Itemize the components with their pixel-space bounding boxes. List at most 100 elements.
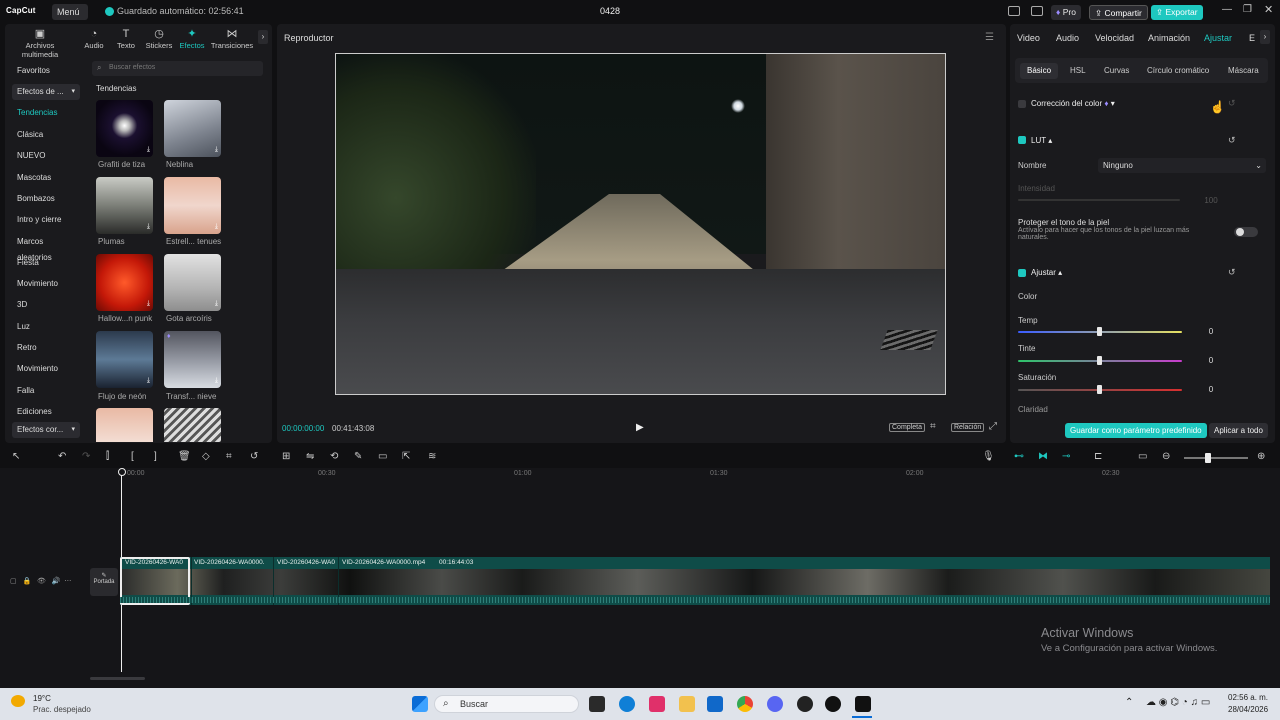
mirror-icon[interactable]: ⇋ xyxy=(306,451,314,462)
search-input[interactable]: ⌕ Buscar efectos xyxy=(92,61,263,76)
category-item[interactable]: Movimiento xyxy=(12,276,80,292)
maximize-icon[interactable]: ❐ xyxy=(1243,4,1252,15)
caption-icon[interactable]: ▭ xyxy=(1138,451,1147,462)
pro-button[interactable]: ♦ Pro xyxy=(1051,5,1081,20)
task-view-icon[interactable] xyxy=(589,696,605,712)
zoom-knob[interactable] xyxy=(1205,453,1211,463)
minimize-icon[interactable]: — xyxy=(1222,4,1232,15)
media-player-icon[interactable] xyxy=(825,696,841,712)
category-item[interactable]: Mascotas xyxy=(12,170,80,186)
category-item[interactable]: Clásica xyxy=(12,127,80,143)
skin-toggle[interactable] xyxy=(1234,227,1258,237)
layout-icon[interactable] xyxy=(1008,6,1020,16)
intensity-slider[interactable] xyxy=(1018,199,1180,201)
menu-icon[interactable]: ☰ xyxy=(985,32,994,43)
mail-icon[interactable] xyxy=(707,696,723,712)
weather-temp[interactable]: 19°C xyxy=(33,694,51,703)
tint-knob[interactable] xyxy=(1097,356,1102,365)
reset-icon[interactable]: ↺ xyxy=(1228,267,1236,278)
clock-time[interactable]: 02:56 a. m. xyxy=(1228,693,1268,702)
delete-icon[interactable]: 🗑 xyxy=(178,451,191,462)
capcut-icon[interactable] xyxy=(855,696,871,712)
category-item[interactable]: Retro xyxy=(12,340,80,356)
category-item[interactable]: Intro y cierre xyxy=(12,212,80,228)
tab-more[interactable]: E xyxy=(1249,33,1255,43)
apply-all-button[interactable]: Aplicar a todo xyxy=(1209,423,1268,438)
full-button[interactable]: Completa xyxy=(889,423,925,432)
tab-video[interactable]: Video xyxy=(1017,33,1040,43)
subtab-color-wheel[interactable]: Círculo cromático xyxy=(1140,63,1216,79)
freeze-icon[interactable]: ⊞ xyxy=(282,451,290,462)
mic-icon[interactable]: 🎙 xyxy=(982,451,995,462)
reset-icon[interactable]: ↺ xyxy=(1228,135,1236,146)
weather-icon[interactable] xyxy=(11,695,25,707)
category-item[interactable]: Favoritos xyxy=(12,63,80,79)
link-icon[interactable]: ⊸ xyxy=(1062,451,1070,462)
reset-icon[interactable]: ↺ xyxy=(1228,98,1236,109)
preview-axis-icon[interactable]: ⊏ xyxy=(1094,451,1102,462)
video-preview[interactable] xyxy=(335,53,946,395)
temp-knob[interactable] xyxy=(1097,327,1102,336)
sat-knob[interactable] xyxy=(1097,385,1102,394)
lut-name-select[interactable]: Ninguno ⌄ xyxy=(1098,158,1266,173)
tab-adjust[interactable]: Ajustar xyxy=(1204,33,1232,43)
effect-thumb-halloween[interactable]: ⤓ xyxy=(96,254,153,311)
category-item[interactable]: Efectos cor... ▾ xyxy=(12,422,80,438)
reverse-icon[interactable]: ↺ xyxy=(250,451,258,462)
ai-tool-icon[interactable]: ✎ xyxy=(354,451,362,462)
explorer-icon[interactable] xyxy=(679,696,695,712)
main-track-icon[interactable]: ⊷ xyxy=(1014,451,1024,462)
category-item[interactable]: Falla xyxy=(12,383,80,399)
select-tool-icon[interactable]: ↖ xyxy=(12,451,20,462)
category-item[interactable]: Efectos de ... ▾ xyxy=(12,84,80,100)
tab-audio-right[interactable]: Audio xyxy=(1056,33,1079,43)
effect-thumb-neon[interactable]: ⤓ xyxy=(96,331,153,388)
share-button[interactable]: ⇪ Compartir xyxy=(1089,5,1148,20)
horizontal-scrollbar[interactable] xyxy=(90,677,145,680)
color-correction-checkbox[interactable] xyxy=(1018,100,1026,108)
chrome-icon[interactable] xyxy=(737,696,753,712)
effect-thumb-snow[interactable]: ♦ ⤓ xyxy=(164,331,221,388)
temp-value[interactable]: 0 xyxy=(1198,325,1224,338)
shortcuts-icon[interactable] xyxy=(1031,6,1043,16)
effect-thumb-graffiti[interactable]: ⤓ xyxy=(96,100,153,157)
tab-speed[interactable]: Velocidad xyxy=(1095,33,1134,43)
zoom-slider[interactable] xyxy=(1184,457,1248,459)
category-item[interactable]: Tendencias xyxy=(12,105,80,121)
subtab-curves[interactable]: Curvas xyxy=(1097,63,1136,79)
crop-icon[interactable]: ⌗ xyxy=(226,451,232,462)
category-item[interactable]: 3D xyxy=(12,297,80,313)
audio-split-icon[interactable]: ≋ xyxy=(428,451,436,462)
category-item[interactable]: Marcos aleatorios xyxy=(12,234,80,262)
split-left-icon[interactable]: [ xyxy=(131,451,134,462)
rotate-icon[interactable]: ⟲ xyxy=(330,451,338,462)
split-right-icon[interactable]: ] xyxy=(154,451,157,462)
edge-icon[interactable] xyxy=(619,696,635,712)
menu-button[interactable]: Menú xyxy=(52,4,88,20)
tray-icons[interactable]: ☁ ◉ ⌬ ◔ ♫ ▭ xyxy=(1146,697,1210,708)
save-preset-button[interactable]: Guardar como parámetro predefinido xyxy=(1065,423,1207,438)
start-icon[interactable] xyxy=(412,696,428,712)
resize-icon[interactable]: ▭ xyxy=(378,451,387,462)
category-item[interactable]: Luz xyxy=(12,319,80,335)
fullscreen-icon[interactable]: ⤢ xyxy=(989,421,997,432)
chevron-up-icon[interactable]: ⌃ xyxy=(1125,697,1133,708)
tab-transitions[interactable]: ⋈ Transiciones xyxy=(210,28,254,50)
subtab-basic[interactable]: Básico xyxy=(1020,63,1059,79)
app-icon[interactable] xyxy=(797,696,813,712)
track-controls[interactable]: ▢ 🔒 👁 🔊 ⋯ xyxy=(10,577,71,585)
category-item[interactable]: Ediciones xyxy=(12,404,80,420)
snapshot-icon[interactable]: ⌗ xyxy=(930,421,936,432)
zoom-in-icon[interactable]: ⊕ xyxy=(1257,451,1265,462)
cover-button[interactable]: ✎ Portada xyxy=(90,568,118,596)
chevron-right-icon[interactable]: › xyxy=(258,30,268,44)
tint-value[interactable]: 0 xyxy=(1198,354,1224,367)
category-item[interactable]: Movimiento xyxy=(12,361,80,377)
intensity-value[interactable]: 100 xyxy=(1198,194,1224,207)
effect-thumb-stars[interactable]: ⤓ xyxy=(164,177,221,234)
clock-date[interactable]: 28/04/2026 xyxy=(1228,705,1268,714)
category-item[interactable]: NUEVO xyxy=(12,148,80,164)
tab-effects[interactable]: ✦ Efectos xyxy=(172,28,212,50)
ratio-button[interactable]: Relación xyxy=(951,423,985,432)
subtab-hsl[interactable]: HSL xyxy=(1063,63,1093,79)
